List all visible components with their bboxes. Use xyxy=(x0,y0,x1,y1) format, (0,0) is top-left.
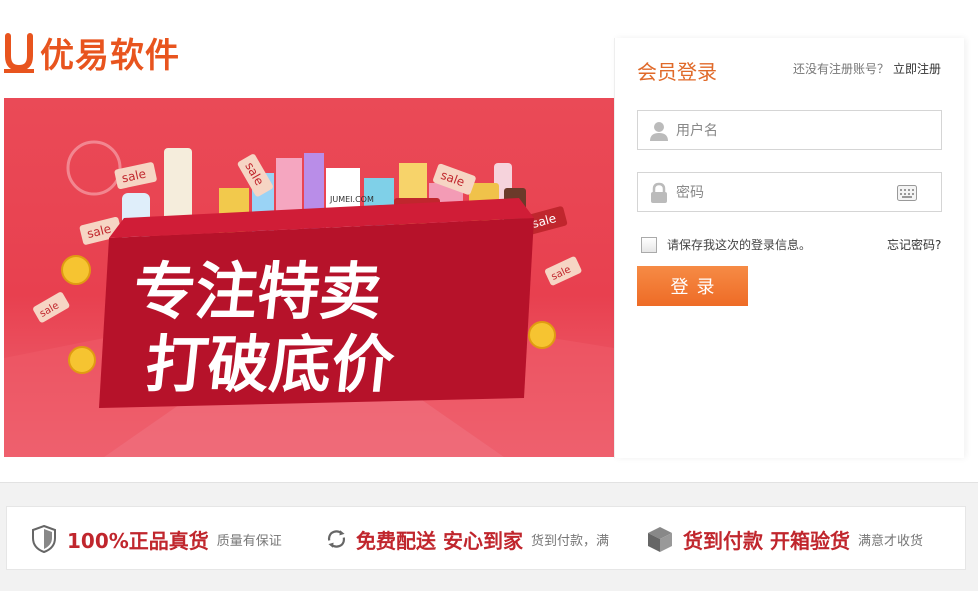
site-logo[interactable]: 优易软件 xyxy=(4,28,180,77)
banner-headline-1: 专注特卖 xyxy=(130,255,386,328)
feature-sub: 质量有保证 xyxy=(216,533,282,549)
feature-main: 免费配送 安心到家 xyxy=(356,528,523,553)
u-logo-icon xyxy=(4,32,34,73)
feature-delivery: 免费配送 安心到家 货到付款，满 xyxy=(327,523,609,555)
features-bar: 100%正品真货 质量有保证 免费配送 安心到家 货到付款，满 货到付款 开箱验… xyxy=(6,506,966,570)
username-field[interactable] xyxy=(637,110,942,150)
banner-illustration: sale sale sale sale sale sale sale sale … xyxy=(4,140,614,457)
password-input[interactable] xyxy=(676,181,896,205)
login-button[interactable]: 登录 xyxy=(637,266,748,306)
password-field[interactable] xyxy=(637,172,942,212)
box-icon xyxy=(648,527,672,552)
user-icon xyxy=(650,122,668,141)
no-account-hint: 还没有注册账号？ xyxy=(793,62,890,76)
remember-me[interactable]: 请保存我这次的登录信息。 xyxy=(641,236,811,253)
feature-sub: 满意才收货 xyxy=(857,533,923,549)
username-input[interactable] xyxy=(676,119,896,143)
keyboard-icon[interactable] xyxy=(897,185,917,201)
shield-icon xyxy=(32,525,56,553)
feature-genuine: 100%正品真货 质量有保证 xyxy=(31,523,282,555)
feature-main: 货到付款 开箱验货 xyxy=(683,528,850,553)
store-sign: JUMEI.COM xyxy=(329,195,374,204)
refresh-icon xyxy=(327,530,346,548)
banner-headline-2: 打破底价 xyxy=(142,328,398,401)
brand-name: 优易软件 xyxy=(40,36,180,76)
register-link[interactable]: 立即注册 xyxy=(893,60,941,77)
login-panel: 会员登录 还没有注册账号？ 立即注册 请保存我这次的登录信息。 忘记密码? 登录 xyxy=(614,38,964,458)
feature-cod: 货到付款 开箱验货 满意才收货 xyxy=(647,523,923,555)
remember-label: 请保存我这次的登录信息。 xyxy=(667,238,812,252)
feature-main: 100%正品真货 xyxy=(67,528,209,553)
login-title: 会员登录 xyxy=(637,60,717,84)
promo-banner[interactable]: sale sale sale sale sale sale sale sale … xyxy=(4,98,614,457)
feature-sub: 货到付款，满 xyxy=(530,533,609,549)
lock-icon xyxy=(651,182,667,203)
remember-checkbox[interactable] xyxy=(641,236,657,253)
forgot-password-link[interactable]: 忘记密码? xyxy=(887,236,941,253)
